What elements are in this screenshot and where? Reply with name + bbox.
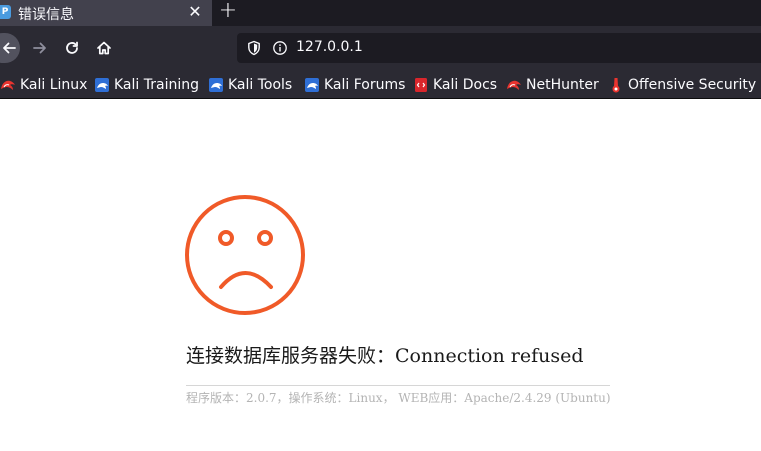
site-info-icon[interactable] [272,40,288,56]
back-button[interactable] [0,33,20,63]
bookmark-kali-tools[interactable]: Kali Tools [208,75,292,95]
error-message: 连接数据库服务器失败：Connection refused [186,345,584,367]
back-arrow-icon [3,42,16,54]
bookmark-offensive-security[interactable]: Offensive Security [608,75,756,95]
bookmark-kali-forums[interactable]: Kali Forums [304,75,405,95]
tab-active[interactable]: P 错误信息 ✕ [0,0,212,26]
tab-favicon-icon: P [0,5,11,19]
divider [186,385,610,386]
tab-title: 错误信息 [18,7,74,23]
sad-face-icon [185,195,305,315]
navigation-toolbar: 127.0.0.1 [0,26,761,70]
bookmark-label: Kali Forums [324,77,406,93]
home-icon [97,41,111,55]
bookmark-kali-linux[interactable]: Kali Linux [0,75,87,95]
tab-favicon-letter: P [1,6,9,17]
nethunter-icon [507,80,521,90]
bookmark-kali-training[interactable]: Kali Training [94,75,199,95]
url-bar[interactable]: 127.0.0.1 [237,33,761,63]
bookmark-kali-docs[interactable]: Kali Docs [413,75,497,95]
kali-docs-icon [415,78,427,92]
version-info: 程序版本：2.0.7，操作系统：Linux， WEB应用：Apache/2.4.… [186,391,611,405]
bookmark-label: Offensive Security [628,77,757,93]
bookmark-label: Kali Linux [20,77,88,93]
bookmark-label: Kali Docs [433,77,498,93]
url-text[interactable]: 127.0.0.1 [296,39,363,55]
kali-forums-icon [305,78,319,92]
forward-arrow-icon [33,42,46,54]
forward-button[interactable] [27,35,53,61]
bookmark-label: NetHunter [526,77,599,93]
bookmarks-toolbar: Kali Linux Kali Training Kali Tools Kali [0,70,761,99]
offensive-security-icon [612,78,620,93]
tab-close-icon[interactable]: ✕ [186,3,204,21]
kali-dragon-icon [1,80,15,90]
kali-tools-icon [209,78,223,92]
kali-training-icon [95,78,109,92]
bookmark-label: Kali Training [114,77,199,93]
new-tab-button[interactable]: + [217,0,239,24]
reload-icon [66,41,78,54]
browser-chrome: P 错误信息 ✕ + 127.0.0.1 Kali Linux Kali Tra… [0,0,761,99]
reload-button[interactable] [59,35,85,61]
bookmark-nethunter[interactable]: NetHunter [506,75,599,95]
bookmark-label: Kali Tools [228,77,293,93]
page-content: 连接数据库服务器失败：Connection refused 程序版本：2.0.7… [0,99,761,451]
tab-strip: P 错误信息 ✕ + [0,0,761,26]
home-button[interactable] [91,35,117,61]
tracking-shield-icon[interactable] [246,40,262,56]
